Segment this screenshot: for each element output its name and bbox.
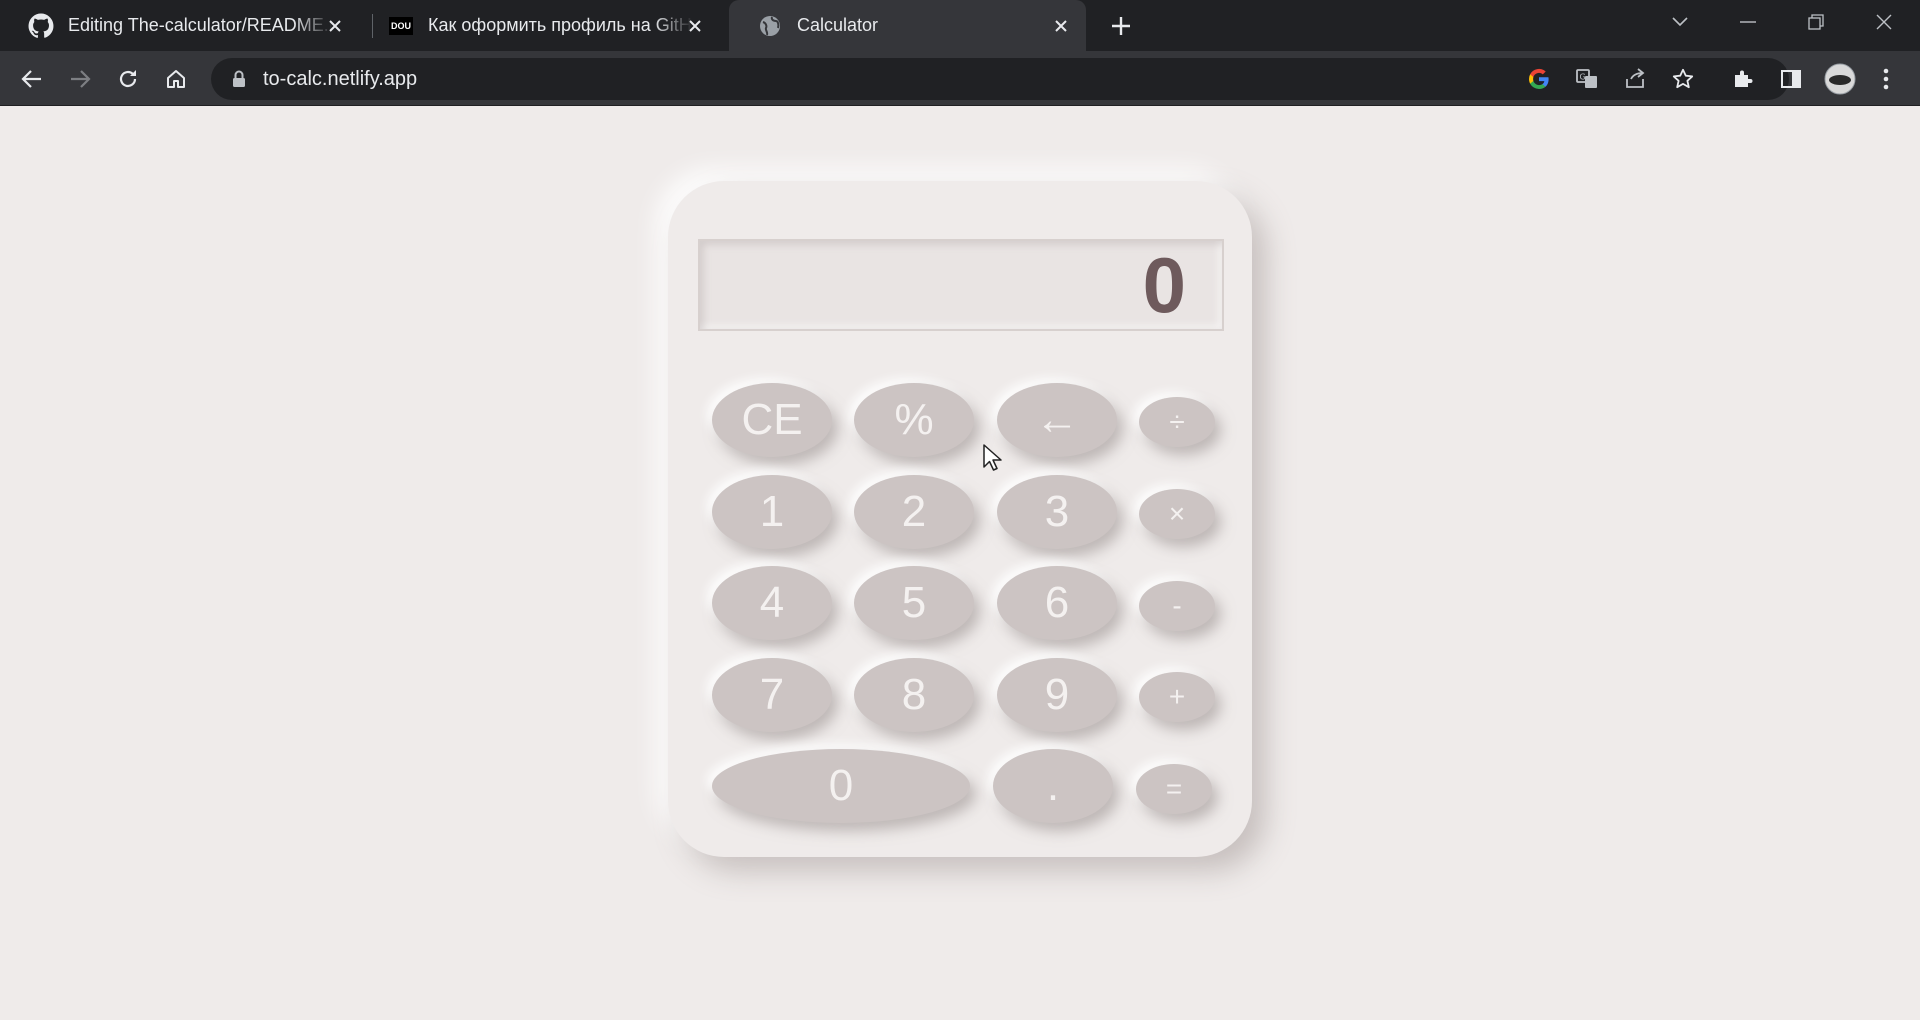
close-tab-icon[interactable] (682, 13, 708, 39)
calculator-display: 0 (698, 239, 1224, 331)
divide-button[interactable]: ÷ (1139, 397, 1215, 447)
bookmark-star-icon[interactable] (1667, 63, 1699, 95)
page-viewport: 0 CE % ← ÷ 1 2 3 × 4 5 6 - 7 8 9 + 0 . = (0, 107, 1920, 1020)
clear-button[interactable]: CE (712, 383, 832, 457)
browser-menu-icon[interactable] (1870, 63, 1902, 95)
google-icon[interactable] (1523, 63, 1555, 95)
tab-calculator[interactable]: Calculator (729, 0, 1086, 51)
digit-9-button[interactable]: 9 (997, 658, 1117, 732)
minimize-button[interactable] (1720, 0, 1776, 44)
multiply-button[interactable]: × (1139, 489, 1215, 539)
digit-0-button[interactable]: 0 (712, 749, 970, 823)
back-button[interactable] (16, 63, 48, 95)
profile-avatar[interactable] (1822, 61, 1858, 97)
digit-2-button[interactable]: 2 (854, 475, 974, 549)
browser-toolbar: to-calc.netlify.app G (0, 51, 1920, 106)
backspace-button[interactable]: ← (997, 383, 1117, 457)
forward-button[interactable] (64, 63, 96, 95)
tab-title: Editing The-calculator/README.md (68, 15, 333, 35)
digit-6-button[interactable]: 6 (997, 566, 1117, 640)
tab-github-readme[interactable]: Editing The-calculator/README.md (0, 0, 360, 51)
browser-tabstrip: Editing The-calculator/README.md DOU Как… (0, 0, 1920, 51)
share-icon[interactable] (1619, 63, 1651, 95)
tab-search-icon[interactable] (1652, 0, 1708, 44)
side-panel-icon[interactable] (1775, 63, 1807, 95)
dou-icon: DOU (388, 13, 414, 39)
digit-1-button[interactable]: 1 (712, 475, 832, 549)
digit-4-button[interactable]: 4 (712, 566, 832, 640)
home-button[interactable] (160, 63, 192, 95)
github-icon (28, 13, 54, 39)
calculator-body: 0 CE % ← ÷ 1 2 3 × 4 5 6 - 7 8 9 + 0 . = (668, 181, 1252, 857)
close-tab-icon[interactable] (1048, 13, 1074, 39)
lock-icon[interactable] (229, 69, 249, 89)
extensions-icon[interactable] (1727, 63, 1759, 95)
globe-icon (757, 13, 783, 39)
equals-button[interactable]: = (1136, 764, 1212, 814)
translate-icon[interactable]: G (1571, 63, 1603, 95)
decimal-button[interactable]: . (993, 749, 1113, 823)
new-tab-button[interactable] (1105, 12, 1137, 40)
restore-button[interactable] (1788, 0, 1844, 44)
tab-dou-article[interactable]: DOU Как оформить профиль на GitHub (360, 0, 720, 51)
plus-button[interactable]: + (1139, 672, 1215, 722)
svg-text:G: G (1580, 73, 1586, 82)
address-bar[interactable]: to-calc.netlify.app G (211, 58, 1789, 100)
url-text: to-calc.netlify.app (263, 67, 418, 90)
tab-title: Как оформить профиль на GitHub (428, 15, 693, 35)
mouse-pointer-icon (983, 444, 1002, 471)
reload-button[interactable] (112, 63, 144, 95)
tab-title: Calculator (797, 15, 879, 35)
digit-8-button[interactable]: 8 (854, 658, 974, 732)
digit-7-button[interactable]: 7 (712, 658, 832, 732)
digit-3-button[interactable]: 3 (997, 475, 1117, 549)
close-tab-icon[interactable] (322, 13, 348, 39)
close-window-button[interactable] (1856, 0, 1912, 44)
minus-button[interactable]: - (1139, 581, 1215, 631)
digit-5-button[interactable]: 5 (854, 566, 974, 640)
percent-button[interactable]: % (854, 383, 974, 457)
